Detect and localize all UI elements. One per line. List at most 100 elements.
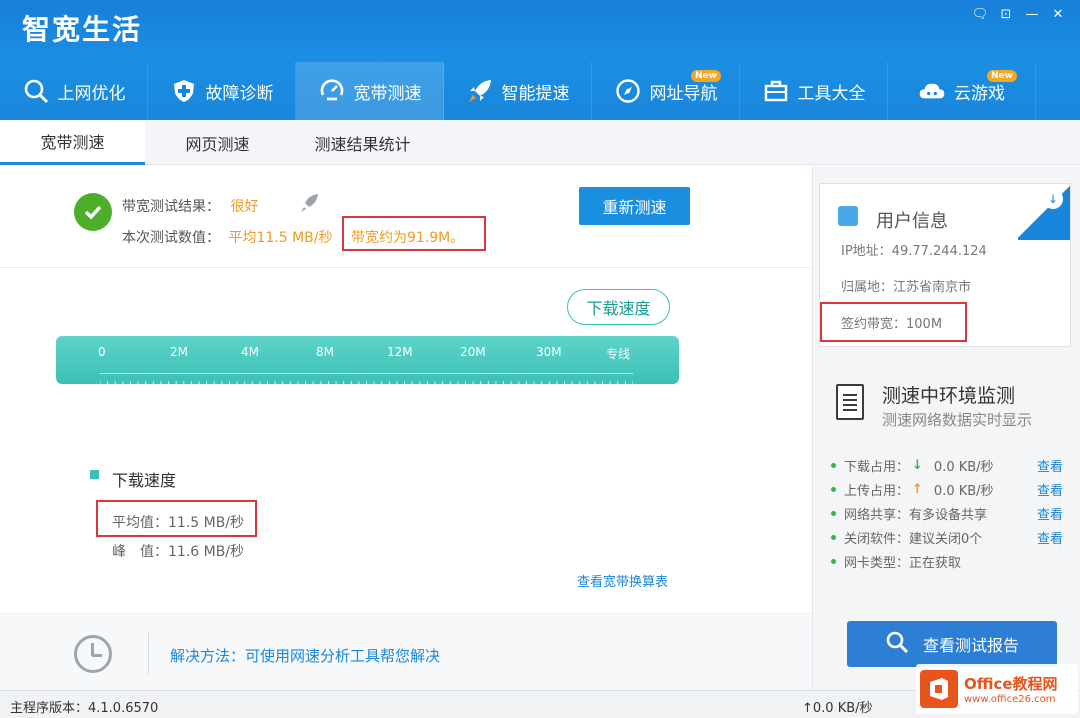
skin-icon[interactable]: ⊡	[996, 6, 1016, 24]
watermark-line2: www.office26.com	[964, 694, 1056, 705]
gauge-tick-label: 4M	[241, 345, 259, 359]
nav-item-cloud-game[interactable]: 云游戏 New	[888, 62, 1036, 120]
view-link[interactable]: 查看	[1037, 480, 1063, 499]
bandwidth-note: 带宽约为91.9M。	[351, 230, 465, 246]
data-label: 本次测试数值：	[122, 230, 220, 246]
gauge-tick-label: 30M	[536, 345, 562, 359]
tab-webpage-test[interactable]: 网页测速	[145, 120, 290, 165]
tab-result-stats[interactable]: 测速结果统计	[290, 120, 435, 165]
nav-label: 云游戏	[954, 83, 1005, 104]
gauge-ruler	[99, 373, 634, 388]
nav-item-navigation[interactable]: 网址导航 New	[592, 62, 740, 120]
minimize-button[interactable]: —	[1022, 6, 1042, 24]
nav-item-diagnose[interactable]: 故障诊断	[148, 62, 296, 120]
new-badge: New	[987, 70, 1017, 82]
download-speed-bubble: 下载速度	[567, 289, 670, 325]
gauge-tick-label: 8M	[316, 345, 334, 359]
retest-button[interactable]: 重新测速	[579, 187, 690, 225]
row-label: 关闭软件：建议关闭0个	[844, 532, 983, 547]
result-label: 带宽测试结果：	[122, 199, 220, 215]
main-nav: 上网优化 故障诊断 宽带测速 智能提速 网址导航 New 工具大全 云游戏 Ne…	[0, 62, 1080, 120]
nav-item-speedtest[interactable]: 宽带测速	[296, 62, 444, 120]
monitor-row-software: 关闭软件：建议关闭0个	[831, 528, 982, 547]
nav-item-optimize[interactable]: 上网优化	[0, 62, 148, 120]
tab-bandwidth-test[interactable]: 宽带测速	[0, 120, 145, 165]
row-value: 0.0 KB/秒	[933, 460, 994, 475]
bandwidth-table-link[interactable]: 查看宽带换算表	[577, 571, 668, 590]
divider	[0, 267, 812, 268]
download-peak: 峰 值：11.6 MB/秒	[112, 544, 245, 560]
row-label: 网络共享：有多设备共享	[844, 508, 988, 523]
contract-bandwidth: 签约带宽：100M	[841, 317, 943, 332]
clock-icon	[74, 635, 112, 673]
app-title: 智宽生活	[22, 13, 143, 46]
arrow-up-icon: ↑	[912, 482, 923, 497]
watermark: Office教程网 www.office26.com	[916, 664, 1078, 714]
office-logo-icon	[920, 670, 958, 708]
ip-address: IP地址：49.77.244.124	[841, 244, 987, 259]
search-icon	[22, 77, 50, 105]
row-label: 上传占用：	[844, 484, 910, 499]
close-button[interactable]: ✕	[1048, 6, 1068, 24]
monitor-row-download: 下载占用： ↓ 0.0 KB/秒	[831, 456, 994, 475]
compass-icon	[614, 77, 642, 105]
nav-label: 宽带测速	[353, 83, 422, 104]
nav-label: 故障诊断	[205, 83, 274, 104]
gauge-tick-label: 20M	[460, 345, 486, 359]
gauge-tick-label: 2M	[170, 345, 188, 359]
nav-label: 上网优化	[57, 83, 126, 104]
solution-link[interactable]: 解决方法：可使用网速分析工具帮您解决	[170, 645, 440, 666]
location: 归属地：江苏省南京市	[841, 280, 972, 295]
feedback-icon[interactable]: 🗨	[970, 6, 990, 24]
view-link[interactable]: 查看	[1037, 528, 1063, 547]
divider	[148, 633, 149, 675]
result-line: 带宽测试结果： 很好	[122, 196, 258, 216]
bullet-icon	[831, 559, 836, 564]
cloud-game-icon	[918, 77, 946, 105]
speed-gauge: 0 2M 4M 8M 12M 20M 30M 专线	[56, 336, 679, 388]
monitor-row-sharing: 网络共享：有多设备共享	[831, 504, 987, 523]
monitor-title: 测速中环境监测	[882, 385, 1016, 407]
view-report-button[interactable]: 查看测试报告	[847, 621, 1057, 667]
download-avg: 平均值：11.5 MB/秒	[112, 515, 245, 531]
clipboard-icon	[836, 384, 864, 420]
watermark-line1: Office教程网	[964, 675, 1058, 693]
upload-speed: ↑0.0 KB/秒	[802, 701, 873, 716]
monitor-row-upload: 上传占用： ↑ 0.0 KB/秒	[831, 480, 994, 499]
title-bar: 智宽生活 🗨 ⊡ — ✕	[0, 0, 1080, 62]
check-icon	[74, 193, 112, 231]
download-speed-title: 下载速度	[112, 471, 177, 490]
nav-item-tools[interactable]: 工具大全	[740, 62, 888, 120]
row-value: 0.0 KB/秒	[933, 484, 994, 499]
rocket-icon	[466, 77, 494, 105]
monitor-subtitle: 测速网络数据实时显示	[882, 411, 1033, 429]
bullet-icon	[831, 463, 836, 468]
monitor-row-nic: 网卡类型：正在获取	[831, 552, 961, 571]
window-controls: 🗨 ⊡ — ✕	[970, 6, 1068, 24]
nav-label: 网址导航	[649, 83, 718, 104]
row-label: 下载占用：	[844, 460, 910, 475]
nav-label: 工具大全	[797, 83, 866, 104]
view-link[interactable]: 查看	[1037, 456, 1063, 475]
shield-plus-icon	[170, 77, 198, 105]
speed-dial-icon	[318, 77, 346, 105]
data-line: 本次测试数值： 平均11.5 MB/秒	[122, 227, 332, 247]
toolbox-icon	[762, 77, 790, 105]
row-label: 网卡类型：正在获取	[844, 556, 962, 571]
version-text: 主程序版本：4.1.0.6570	[10, 701, 159, 716]
report-button-label: 查看测试报告	[922, 636, 1019, 655]
data-value: 平均11.5 MB/秒	[228, 230, 333, 246]
user-info-icon	[838, 206, 858, 226]
user-info-title: 用户信息	[876, 211, 948, 232]
download-icon[interactable]: ↓	[1043, 189, 1063, 209]
view-link[interactable]: 查看	[1037, 504, 1063, 523]
bullet-icon	[831, 487, 836, 492]
search-icon	[885, 630, 909, 658]
nav-label: 智能提速	[501, 83, 570, 104]
legend-dot	[90, 470, 99, 479]
watermark-text: Office教程网 www.office26.com	[964, 673, 1058, 705]
arrow-down-icon: ↓	[912, 458, 923, 473]
bullet-icon	[831, 511, 836, 516]
sub-tab-bar: 宽带测速 网页测速 测速结果统计	[0, 120, 1080, 165]
nav-item-boost[interactable]: 智能提速	[444, 62, 592, 120]
